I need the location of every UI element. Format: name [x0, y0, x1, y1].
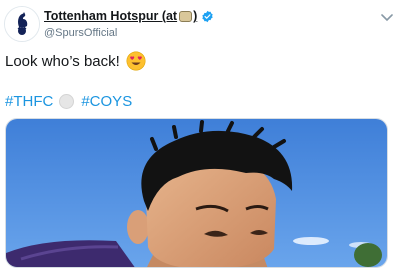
hashtag-coys[interactable]: #COYS — [81, 93, 132, 110]
chevron-down-icon — [381, 14, 393, 22]
author-row: Tottenham Hotspur (at ) — [44, 8, 364, 24]
white-circle-emoji-icon — [59, 94, 75, 109]
hashtag-thfc[interactable]: #THFC — [5, 93, 53, 110]
author-handle: @SpursOfficial — [44, 27, 118, 39]
location-emoji-icon — [179, 10, 193, 22]
heart-eyes-emoji-icon — [126, 51, 146, 71]
author-name[interactable]: Tottenham Hotspur (at — [44, 9, 177, 23]
author-name-close[interactable]: ) — [193, 9, 197, 23]
tweet-photo[interactable] — [5, 118, 388, 268]
selfie-photo-image — [6, 119, 387, 267]
avatar[interactable] — [4, 6, 40, 42]
verified-badge-icon — [201, 10, 214, 23]
tweet-menu-button[interactable] — [380, 10, 394, 28]
tweet-header: Tottenham Hotspur (at ) @SpursOfficial — [44, 8, 364, 42]
spurs-cockerel-logo-icon — [5, 7, 39, 41]
tweet-text-content: Look who’s back! — [5, 52, 120, 70]
hashtags: #THFC #COYS — [5, 93, 132, 110]
tweet-text: Look who’s back! — [5, 51, 146, 71]
